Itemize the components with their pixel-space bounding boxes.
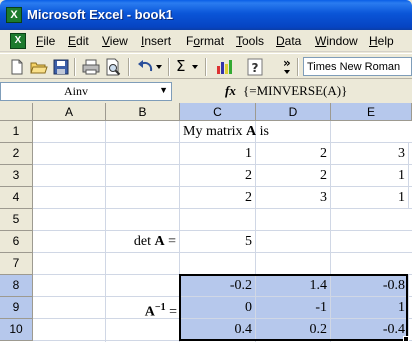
toolbar-options-chevron-icon[interactable]: » — [283, 56, 291, 70]
cell-d10[interactable]: 0.2 — [256, 319, 331, 341]
print-icon[interactable] — [82, 58, 100, 76]
row-header-2[interactable]: 2 — [0, 143, 33, 165]
cell-e8[interactable]: -0.8 — [331, 275, 409, 297]
menu-bar: X File Edit View Insert Format Tools Dat… — [0, 30, 412, 52]
row-header-6[interactable]: 6 — [0, 231, 33, 253]
window-title: Microsoft Excel - book1 — [27, 7, 173, 22]
toolbar-separator — [205, 58, 207, 76]
fill-handle[interactable] — [403, 336, 409, 342]
print-preview-icon[interactable] — [104, 58, 122, 76]
cell-d8[interactable]: 1.4 — [256, 275, 331, 297]
cell-e3[interactable]: 1 — [331, 165, 409, 187]
menu-data[interactable]: Data — [276, 34, 301, 48]
row-header-9[interactable]: 9 — [0, 297, 33, 319]
toolbar-options-dropdown-icon[interactable] — [284, 70, 290, 74]
cell-c3[interactable]: 2 — [180, 165, 256, 187]
undo-dropdown-icon[interactable] — [156, 65, 162, 69]
row-header-10[interactable]: 10 — [0, 319, 33, 341]
cell-d2[interactable]: 2 — [256, 143, 331, 165]
cell-e10[interactable]: -0.4 — [331, 319, 409, 341]
toolbar-separator — [168, 58, 170, 76]
toolbar-separator — [297, 58, 299, 76]
cell-c10[interactable]: 0.4 — [180, 319, 256, 341]
cell-e4[interactable]: 1 — [331, 187, 409, 209]
cell-d3[interactable]: 2 — [256, 165, 331, 187]
menu-help[interactable]: Help — [369, 34, 394, 48]
row-header-7[interactable]: 7 — [0, 253, 33, 275]
cell-d4[interactable]: 3 — [256, 187, 331, 209]
menu-file[interactable]: File — [36, 34, 55, 48]
menu-edit[interactable]: Edit — [68, 34, 89, 48]
row-header-4[interactable]: 4 — [0, 187, 33, 209]
workbook-icon[interactable]: X — [10, 33, 26, 49]
cell-c8[interactable]: -0.2 — [180, 275, 256, 297]
menu-format[interactable]: Format — [186, 34, 224, 48]
name-box-value: Ainv — [64, 84, 88, 98]
cell-c4[interactable]: 2 — [180, 187, 256, 209]
formula-bar: Ainv ▼ fx {=MINVERSE(A)} — [0, 80, 412, 103]
menu-insert[interactable]: Insert — [141, 34, 171, 48]
cell-d9[interactable]: -1 — [256, 297, 331, 319]
cell-b6-det-label[interactable]: det A = — [106, 231, 180, 253]
column-header-c[interactable]: C — [180, 103, 256, 121]
cell-e2[interactable]: 3 — [331, 143, 409, 165]
svg-text:?: ? — [252, 61, 259, 75]
name-box[interactable]: Ainv ▼ — [0, 82, 172, 101]
toolbar-separator — [128, 58, 130, 76]
chevron-down-icon[interactable]: ▼ — [159, 85, 168, 95]
undo-icon[interactable] — [136, 58, 154, 76]
menu-tools[interactable]: Tools — [236, 34, 264, 48]
autosum-dropdown-icon[interactable] — [192, 65, 198, 69]
column-header-d[interactable]: D — [256, 103, 331, 121]
row-header-8[interactable]: 8 — [0, 275, 33, 297]
row-header-1[interactable]: 1 — [0, 121, 33, 143]
select-all-button[interactable] — [0, 103, 33, 121]
open-folder-icon[interactable] — [30, 58, 48, 76]
menu-window[interactable]: Window — [315, 34, 358, 48]
toolbar-separator — [74, 58, 76, 76]
cell-e9[interactable]: 1 — [331, 297, 409, 319]
cell-b9-inverse-label[interactable]: A−1 = — [106, 295, 180, 321]
worksheet-grid[interactable]: A B C D E 1 2 3 4 5 6 7 8 9 10 My matrix… — [0, 103, 412, 342]
help-icon[interactable]: ? — [246, 58, 264, 76]
new-document-icon[interactable] — [8, 58, 26, 76]
cell-c2[interactable]: 1 — [180, 143, 256, 165]
formula-input[interactable]: {=MINVERSE(A)} — [243, 83, 347, 99]
title-bar[interactable]: X Microsoft Excel - book1 — [0, 0, 412, 30]
column-header-b[interactable]: B — [106, 103, 180, 121]
save-icon[interactable] — [52, 58, 70, 76]
insert-function-icon[interactable]: fx — [225, 83, 236, 99]
excel-app-icon[interactable]: X — [6, 7, 22, 23]
cell-c9[interactable]: 0 — [180, 297, 256, 319]
cell-c6-det-value[interactable]: 5 — [180, 231, 256, 253]
row-header-3[interactable]: 3 — [0, 165, 33, 187]
row-header-5[interactable]: 5 — [0, 209, 33, 231]
cell-c1[interactable]: My matrix A is — [183, 121, 269, 143]
font-name-combobox[interactable]: Times New Roman — [303, 57, 412, 76]
standard-toolbar: Σ ? » Times New Roman — [0, 53, 412, 79]
chart-wizard-icon[interactable] — [215, 58, 233, 76]
menu-view[interactable]: View — [102, 34, 128, 48]
column-header-e[interactable]: E — [331, 103, 412, 121]
autosum-button[interactable]: Σ — [176, 57, 185, 75]
column-header-a[interactable]: A — [33, 103, 106, 121]
